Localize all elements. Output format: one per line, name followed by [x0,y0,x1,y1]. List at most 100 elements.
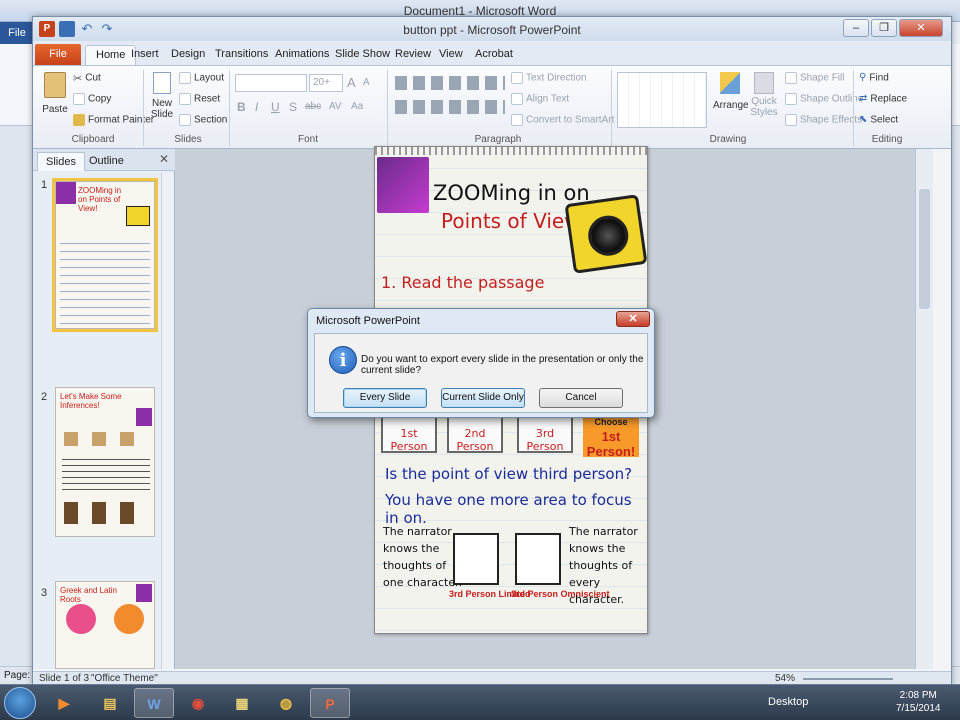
lens-icon [585,213,631,259]
slide-thumbnail-2[interactable]: Let's Make Some Inferences! [55,387,155,537]
section-button[interactable]: Section [179,114,227,126]
copy-icon [73,93,85,105]
editing-group-label: Editing [871,134,903,145]
select-label: Select [870,114,899,126]
clock-date: 7/15/2014 [896,703,941,714]
slides-group-label: Slides [174,134,202,145]
paragraph-group-label: Paragraph [474,134,522,145]
current-slide-only-button[interactable]: Current Slide Only [441,388,525,408]
text-direction-label: Text Direction [526,72,587,84]
arrange-icon [720,72,740,94]
thumb-photo [56,182,76,204]
app-icon[interactable]: ◍ [266,688,306,718]
scroll-thumb[interactable] [919,189,930,309]
font-size-combo[interactable]: 20+ [309,74,343,92]
chrome-icon[interactable]: ◉ [178,688,218,718]
tab-acrobat[interactable]: Acrobat [465,45,523,65]
arrange-button[interactable]: Arrange [713,72,749,111]
grow-font-button[interactable]: A [347,75,356,90]
quick-styles-button[interactable]: Quick Styles [747,72,781,118]
tab-outline[interactable]: Outline [81,152,132,171]
right-text-line: knows the [569,542,626,555]
layout-label: Layout [194,72,225,84]
strikethrough-button[interactable]: abc [305,101,321,112]
layout-button[interactable]: Layout [179,72,224,84]
right-description: The narrator knows the thoughts of every… [569,523,647,608]
taskbar: ▶ ▤ W ◉ ▦ ◍ P Desktop 2:08 PM 7/15/2014 [0,684,960,720]
quick-styles-icon [754,72,774,94]
reset-button[interactable]: Reset [179,93,220,105]
word-icon[interactable]: W [134,688,174,718]
select-button[interactable]: ⬉ Select [859,114,898,126]
slide-number: 3 [41,587,48,599]
slide-thumbnail-3[interactable]: Greek and Latin Roots [55,581,155,669]
cancel-button[interactable]: Cancel [539,388,623,408]
desktop-toolbar[interactable]: Desktop [768,696,808,708]
shrink-font-button[interactable]: A [363,77,370,88]
slides-panel: Slides Outline ✕ 1 ZOOMing in on Points … [33,149,175,669]
folder-icon[interactable]: ▦ [222,688,262,718]
change-case-button[interactable]: Aa [351,101,363,112]
align-text-button[interactable]: Align Text [511,93,569,105]
new-slide-button[interactable]: New Slide [147,72,177,120]
powerpoint-icon[interactable]: P [310,688,350,718]
clipboard-group-label: Clipboard [71,134,115,145]
shapes-gallery[interactable] [617,72,707,128]
font-name-combo[interactable] [235,74,307,92]
alignment-tools[interactable] [395,100,505,114]
third-person-label: 3rd Person [526,427,564,453]
thumb-images [64,502,148,524]
text-direction-button[interactable]: Text Direction [511,72,587,84]
minimize-button[interactable]: – [843,19,869,37]
ribbon: Paste ✂ Cut Copy Format Painter Clipboard… [33,65,951,149]
zoom-slider[interactable] [803,678,893,680]
system-clock[interactable]: 2:08 PM 7/15/2014 [896,689,941,715]
right-text-line: thoughts of [569,559,633,572]
file-explorer-icon[interactable]: ▤ [90,688,130,718]
restore-button[interactable]: ❐ [871,19,897,37]
shape-effects-button[interactable]: Shape Effects [785,114,862,126]
slide-thumbnail-1[interactable]: ZOOMing in on Points of View! [52,178,158,332]
tab-file[interactable]: File [35,44,81,65]
left-text-line: thoughts of [383,559,447,572]
format-painter-button[interactable]: Format Painter [73,114,154,126]
media-player-icon[interactable]: ▶ [44,688,84,718]
close-button[interactable]: ✕ [899,19,943,37]
panel-scrollbar[interactable] [161,173,173,669]
start-button[interactable] [4,687,36,719]
shape-outline-button[interactable]: Shape Outline [785,93,863,105]
replace-button[interactable]: ⇄ Replace [859,93,907,105]
find-button[interactable]: ⚲ Find [859,72,889,84]
shape-fill-button[interactable]: Shape Fill [785,72,844,84]
thumb-photo [136,584,152,602]
dialog-close-button[interactable]: ✕ [616,311,650,327]
copy-button[interactable]: Copy [73,93,111,105]
editor-scrollbar[interactable] [915,149,933,669]
italic-button[interactable]: I [255,100,258,114]
shadow-button[interactable]: S [289,100,297,114]
convert-smartart-button[interactable]: Convert to SmartArt [511,114,614,126]
paste-button[interactable]: Paste [39,72,71,132]
close-panel-icon[interactable]: ✕ [159,152,169,166]
zoom-level: 54% [775,673,796,684]
underline-button[interactable]: U [271,100,280,114]
paragraph-tools[interactable] [395,76,505,90]
bold-button[interactable]: B [237,100,246,114]
slide-count: Slide 1 of 3 [39,673,90,684]
divider [143,70,144,146]
fill-icon [785,72,797,84]
question-line2: You have one more area to focus in on. [385,491,632,527]
drawing-group-label: Drawing [709,134,747,145]
find-label: Find [869,72,889,84]
effects-icon [785,114,797,126]
every-slide-button[interactable]: Every Slide [343,388,427,408]
right-text-line: every character. [569,576,625,606]
tab-slides[interactable]: Slides [37,152,85,171]
word-file-tab[interactable]: File [0,22,34,44]
cut-button[interactable]: ✂ Cut [73,72,101,85]
question-line1: Is the point of view third person? [385,465,633,483]
divider [611,70,612,146]
char-spacing-button[interactable]: AV [329,101,342,112]
slide-title-line1: ZOOMing in on [433,181,590,205]
paste-label: Paste [42,104,68,115]
